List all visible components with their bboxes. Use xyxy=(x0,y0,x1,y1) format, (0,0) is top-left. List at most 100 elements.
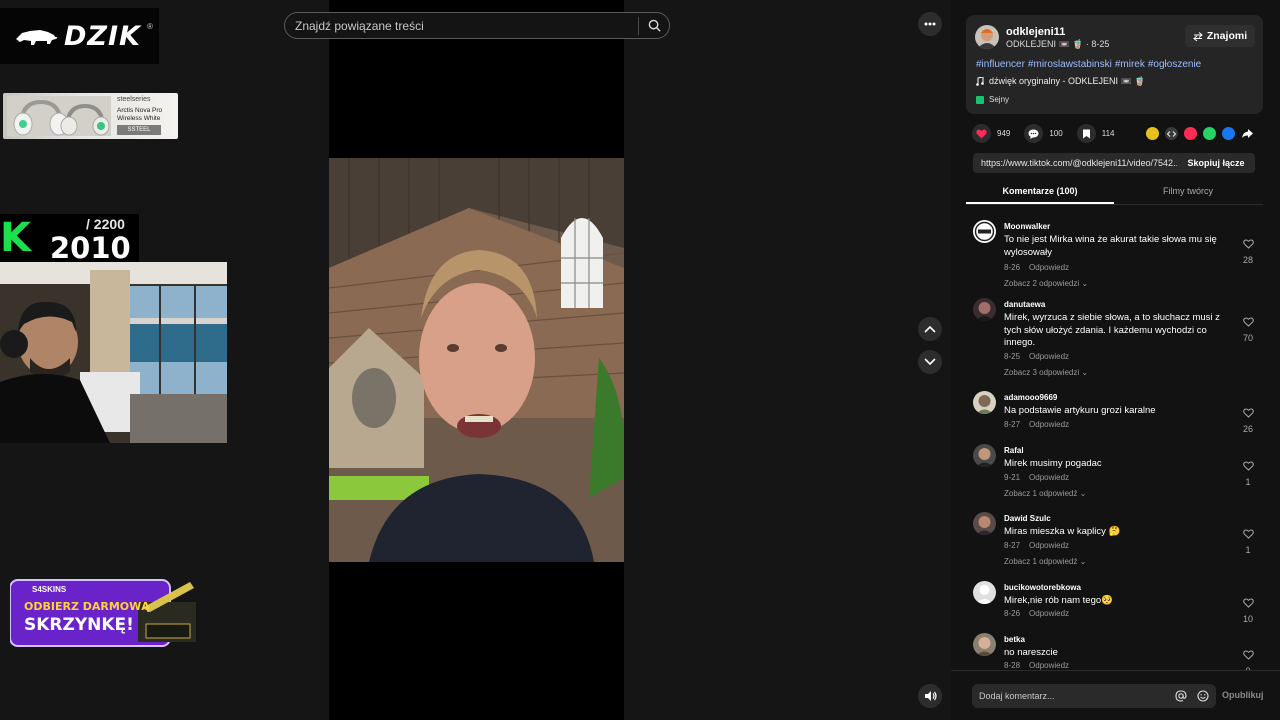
like-button[interactable] xyxy=(972,124,991,143)
commenter-name[interactable]: Rafal xyxy=(1004,446,1024,455)
comment-meta: 9-21 Odpowiedz xyxy=(1004,473,1069,482)
video-link[interactable]: https://www.tiktok.com/@odklejeni11/vide… xyxy=(973,158,1177,168)
commenter-name[interactable]: Dawid Szulc xyxy=(1004,514,1051,523)
volume-icon xyxy=(924,691,937,701)
friends-label: Znajomi xyxy=(1206,30,1248,42)
view-replies-label: Zobacz 1 odpowiedź xyxy=(1004,557,1078,566)
commenter-name[interactable]: bucikowotorebkowa xyxy=(1004,583,1081,592)
reply-button[interactable]: Odpowiedz xyxy=(1029,352,1069,361)
comment-like-button[interactable]: 1 xyxy=(1238,526,1258,555)
reply-button[interactable]: Odpowiedz xyxy=(1029,661,1069,670)
more-options-button[interactable] xyxy=(918,12,942,36)
view-replies-button[interactable]: Zobacz 3 odpowiedzi ⌄ xyxy=(1004,368,1088,377)
next-video-button[interactable] xyxy=(918,350,942,374)
commenter-avatar[interactable] xyxy=(973,512,996,535)
commenter-name[interactable]: adamooo9669 xyxy=(1004,393,1057,402)
hashtag-link[interactable]: #ogłoszenie xyxy=(1148,59,1201,70)
previous-video-button[interactable] xyxy=(918,317,942,341)
heart-outline-icon xyxy=(1242,650,1254,660)
comment-like-button[interactable]: 1 xyxy=(1238,458,1258,487)
counter-total: / 2200 xyxy=(86,216,125,232)
comment-button[interactable] xyxy=(1024,124,1044,143)
commenter-name[interactable]: danutaewa xyxy=(1004,300,1045,309)
comment-like-button[interactable]: 26 xyxy=(1238,405,1258,434)
view-replies-button[interactable]: Zobacz 1 odpowiedź ⌄ xyxy=(1004,489,1086,498)
dzik-logo: DZIK ® xyxy=(0,8,159,64)
search-input[interactable] xyxy=(285,18,638,33)
skins-banner: S4SKINS ODBIERZ DARMOWĄ SKRZYNKĘ! xyxy=(9,579,196,647)
save-button[interactable] xyxy=(1076,124,1096,143)
video-frame[interactable] xyxy=(329,158,624,562)
commenter-avatar[interactable] xyxy=(973,220,996,243)
comment-input-box xyxy=(972,684,1216,708)
comment-text: no nareszcie xyxy=(1004,647,1058,658)
commenter-name[interactable]: Moonwalker xyxy=(1004,222,1050,231)
tab-comments[interactable]: Komentarze (100) xyxy=(966,181,1114,204)
volume-button[interactable] xyxy=(918,684,942,708)
tiktok-video-page: DZIK ® steelseries Arctis Nova Pro Wirel… xyxy=(0,0,1280,720)
reply-button[interactable]: Odpowiedz xyxy=(1029,420,1069,429)
embed-icon[interactable] xyxy=(1165,127,1178,140)
tab-creator-videos[interactable]: Filmy twórcy xyxy=(1114,181,1262,204)
comment-like-button[interactable]: 70 xyxy=(1238,314,1258,343)
heart-outline-icon xyxy=(1242,461,1254,471)
comment-date: 8-26 xyxy=(1004,609,1021,618)
chevron-up-icon xyxy=(924,325,936,333)
publish-button[interactable]: Opublikuj xyxy=(1222,690,1264,700)
comment-like-count: 1 xyxy=(1245,477,1251,487)
comment-item: adamooo9669 Na podstawie artykuru grozi … xyxy=(966,386,1266,436)
hashtag-link[interactable]: #influencer xyxy=(976,59,1025,70)
s4skins-ad[interactable]: S4SKINS ODBIERZ DARMOWĄ SKRZYNKĘ! xyxy=(9,578,198,648)
comment-text: To nie jest Mirka wina że akurat takie s… xyxy=(1004,234,1217,258)
comment-item: danutaewa Mirek, wyrzuca z siebie słowa,… xyxy=(966,293,1266,388)
emoji-button[interactable] xyxy=(1194,690,1212,702)
hashtag-link[interactable]: #mirek xyxy=(1115,59,1145,70)
reply-button[interactable]: Odpowiedz xyxy=(1029,473,1069,482)
hashtag-link[interactable]: #miroslawstabinski xyxy=(1028,59,1112,70)
copy-link-box: https://www.tiktok.com/@odklejeni11/vide… xyxy=(973,153,1255,173)
comment-meta: 8-26 Odpowiedz xyxy=(1004,263,1069,272)
commenter-avatar[interactable] xyxy=(973,581,996,604)
mention-button[interactable] xyxy=(1172,690,1190,702)
comment-like-button[interactable]: 28 xyxy=(1238,236,1258,265)
comment-like-button[interactable]: 10 xyxy=(1238,595,1258,624)
ad-product: Arctis Nova Pro Wireless White xyxy=(117,107,163,122)
reply-button[interactable]: Odpowiedz xyxy=(1029,541,1069,550)
commenter-name[interactable]: betka xyxy=(1004,635,1025,644)
commenter-avatar[interactable] xyxy=(973,391,996,414)
commenter-avatar[interactable] xyxy=(973,298,996,321)
send-to-friends-icon[interactable] xyxy=(1184,127,1197,140)
location-icon xyxy=(976,95,984,104)
author-avatar-image xyxy=(975,25,999,49)
comments-list: Moonwalker To nie jest Mirka wina że aku… xyxy=(966,212,1266,672)
commenter-avatar[interactable] xyxy=(973,444,996,467)
search-button[interactable] xyxy=(639,12,669,39)
view-replies-button[interactable]: Zobacz 2 odpowiedzi ⌄ xyxy=(1004,279,1088,288)
location-tag[interactable]: Sejny xyxy=(976,95,1009,104)
comment-composer: Opublikuj xyxy=(951,670,1280,720)
comment-item: Moonwalker To nie jest Mirka wina że aku… xyxy=(966,215,1266,290)
author-name[interactable]: odklejeni11 xyxy=(1006,26,1065,38)
copy-link-button[interactable]: Skopiuj łącze xyxy=(1177,158,1255,168)
music-link[interactable]: dźwięk oryginalny - ODKLEJENI 📼 🧋 xyxy=(976,76,1145,87)
author-avatar[interactable] xyxy=(975,25,999,49)
comment-date: 9-21 xyxy=(1004,473,1021,482)
steelseries-ad[interactable]: steelseries Arctis Nova Pro Wireless Whi… xyxy=(3,93,178,139)
emoji-icon xyxy=(1197,690,1209,702)
music-note-icon xyxy=(976,77,984,86)
commenter-avatar[interactable] xyxy=(973,633,996,656)
whatsapp-icon[interactable] xyxy=(1203,127,1216,140)
friends-button[interactable]: Znajomi xyxy=(1185,25,1255,47)
webcam-feed xyxy=(0,262,227,443)
more-share-icon[interactable] xyxy=(1241,127,1254,140)
search-bar[interactable] xyxy=(284,12,670,39)
coin-share-icon[interactable] xyxy=(1146,127,1159,140)
facebook-icon[interactable] xyxy=(1222,127,1235,140)
view-replies-button[interactable]: Zobacz 1 odpowiedź ⌄ xyxy=(1004,557,1086,566)
comment-like-button[interactable]: 0 xyxy=(1238,647,1258,672)
reply-button[interactable]: Odpowiedz xyxy=(1029,263,1069,272)
reply-button[interactable]: Odpowiedz xyxy=(1029,609,1069,618)
panel-tabs: Komentarze (100) Filmy twórcy xyxy=(966,181,1263,205)
music-title: dźwięk oryginalny - ODKLEJENI 📼 🧋 xyxy=(989,76,1146,86)
comment-input[interactable] xyxy=(972,691,1172,701)
